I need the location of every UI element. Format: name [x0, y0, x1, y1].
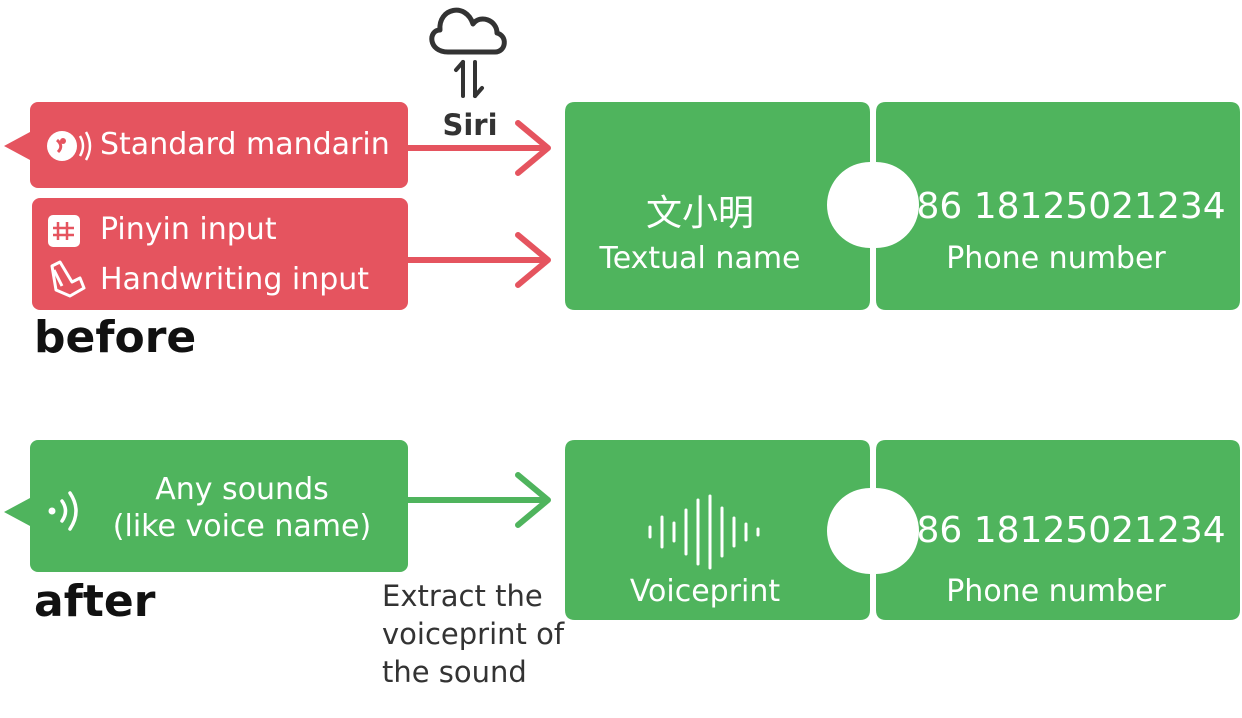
- before-arrow-bottom: [405, 232, 551, 288]
- any-sounds-line2: (like voice name): [112, 509, 372, 544]
- after-phone-label: Phone number: [946, 574, 1166, 609]
- grid-hash-icon: [48, 215, 80, 247]
- pinyin-input-label: Pinyin input: [100, 212, 277, 247]
- extraction-note-line: voiceprint of: [382, 617, 565, 651]
- standard-mandarin-label: Standard mandarin: [100, 127, 390, 162]
- after-phone-value: +86 18125021234: [886, 510, 1226, 551]
- sync-arrows-icon: [454, 60, 484, 98]
- extraction-note-line: Extract the: [382, 579, 543, 613]
- before-caption: before: [34, 312, 197, 363]
- siri-label: Siri: [442, 108, 498, 142]
- before-phone-label: Phone number: [946, 241, 1166, 276]
- textual-name-label: Textual name: [599, 241, 801, 276]
- extraction-note-line: the sound: [382, 655, 527, 689]
- after-caption: after: [34, 576, 156, 627]
- handwriting-input-label: Handwriting input: [100, 262, 370, 297]
- any-sounds-line1: Any sounds: [155, 472, 329, 507]
- textual-name-value: 文小明: [645, 193, 754, 234]
- before-phone-value: +86 18125021234: [886, 186, 1226, 227]
- extraction-note: Extract the voiceprint of the sound: [382, 577, 564, 691]
- after-arrow: [405, 472, 551, 528]
- voiceprint-label: Voiceprint: [629, 574, 781, 609]
- cloud-icon: [429, 7, 507, 55]
